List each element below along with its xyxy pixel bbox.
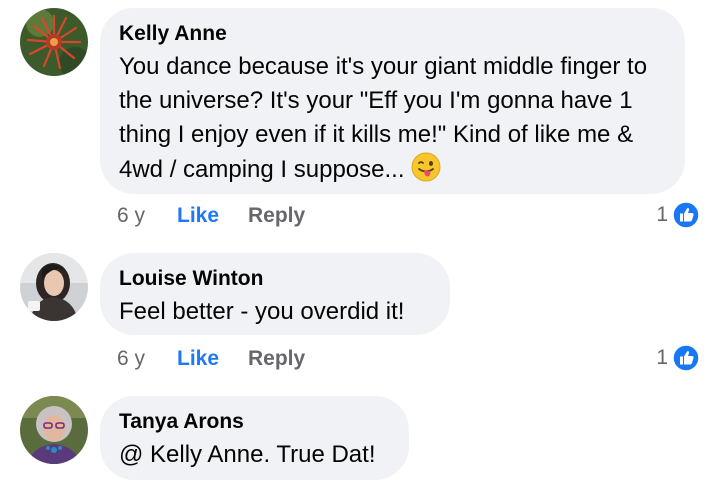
avatar[interactable] <box>20 8 88 76</box>
thumbs-up-icon <box>672 201 700 229</box>
comment-actions: 6 y Like Reply <box>117 203 305 229</box>
comment-author[interactable]: Kelly Anne <box>119 21 665 47</box>
avatar-person-image <box>20 253 88 321</box>
avatar-person-image <box>20 396 88 464</box>
comment-timestamp[interactable]: 6 y <box>117 203 177 229</box>
comment-text: You dance because it's your giant middle… <box>119 53 648 183</box>
comment-author[interactable]: Tanya Arons <box>119 409 389 435</box>
reply-button[interactable]: Reply <box>248 203 305 229</box>
reaction-count: 1 <box>656 203 668 226</box>
like-button[interactable]: Like <box>177 346 248 372</box>
comment-text: @ Kelly Anne. True Dat! <box>119 441 376 468</box>
reaction-summary[interactable]: 1 <box>656 344 700 372</box>
reaction-summary[interactable]: 1 <box>656 201 700 229</box>
comment-actions: 6 y Like Reply <box>117 346 305 372</box>
like-button[interactable]: Like <box>177 203 248 229</box>
comment-text: Feel better - you overdid it! <box>119 298 405 325</box>
comment-bubble: Kelly Anne You dance because it's your g… <box>100 8 685 194</box>
avatar[interactable] <box>20 396 88 464</box>
reaction-count: 1 <box>656 346 668 369</box>
reply-button[interactable]: Reply <box>248 346 305 372</box>
thumbs-up-icon <box>672 344 700 372</box>
avatar-flower-image <box>20 8 88 76</box>
comment-bubble: Louise Winton Feel better - you overdid … <box>100 253 450 335</box>
comment-timestamp[interactable]: 6 y <box>117 346 177 372</box>
winking-tongue-emoji-icon <box>411 152 440 182</box>
avatar[interactable] <box>20 253 88 321</box>
comment-bubble: Tanya Arons @ Kelly Anne. True Dat! <box>100 396 409 480</box>
comment-author[interactable]: Louise Winton <box>119 266 430 292</box>
